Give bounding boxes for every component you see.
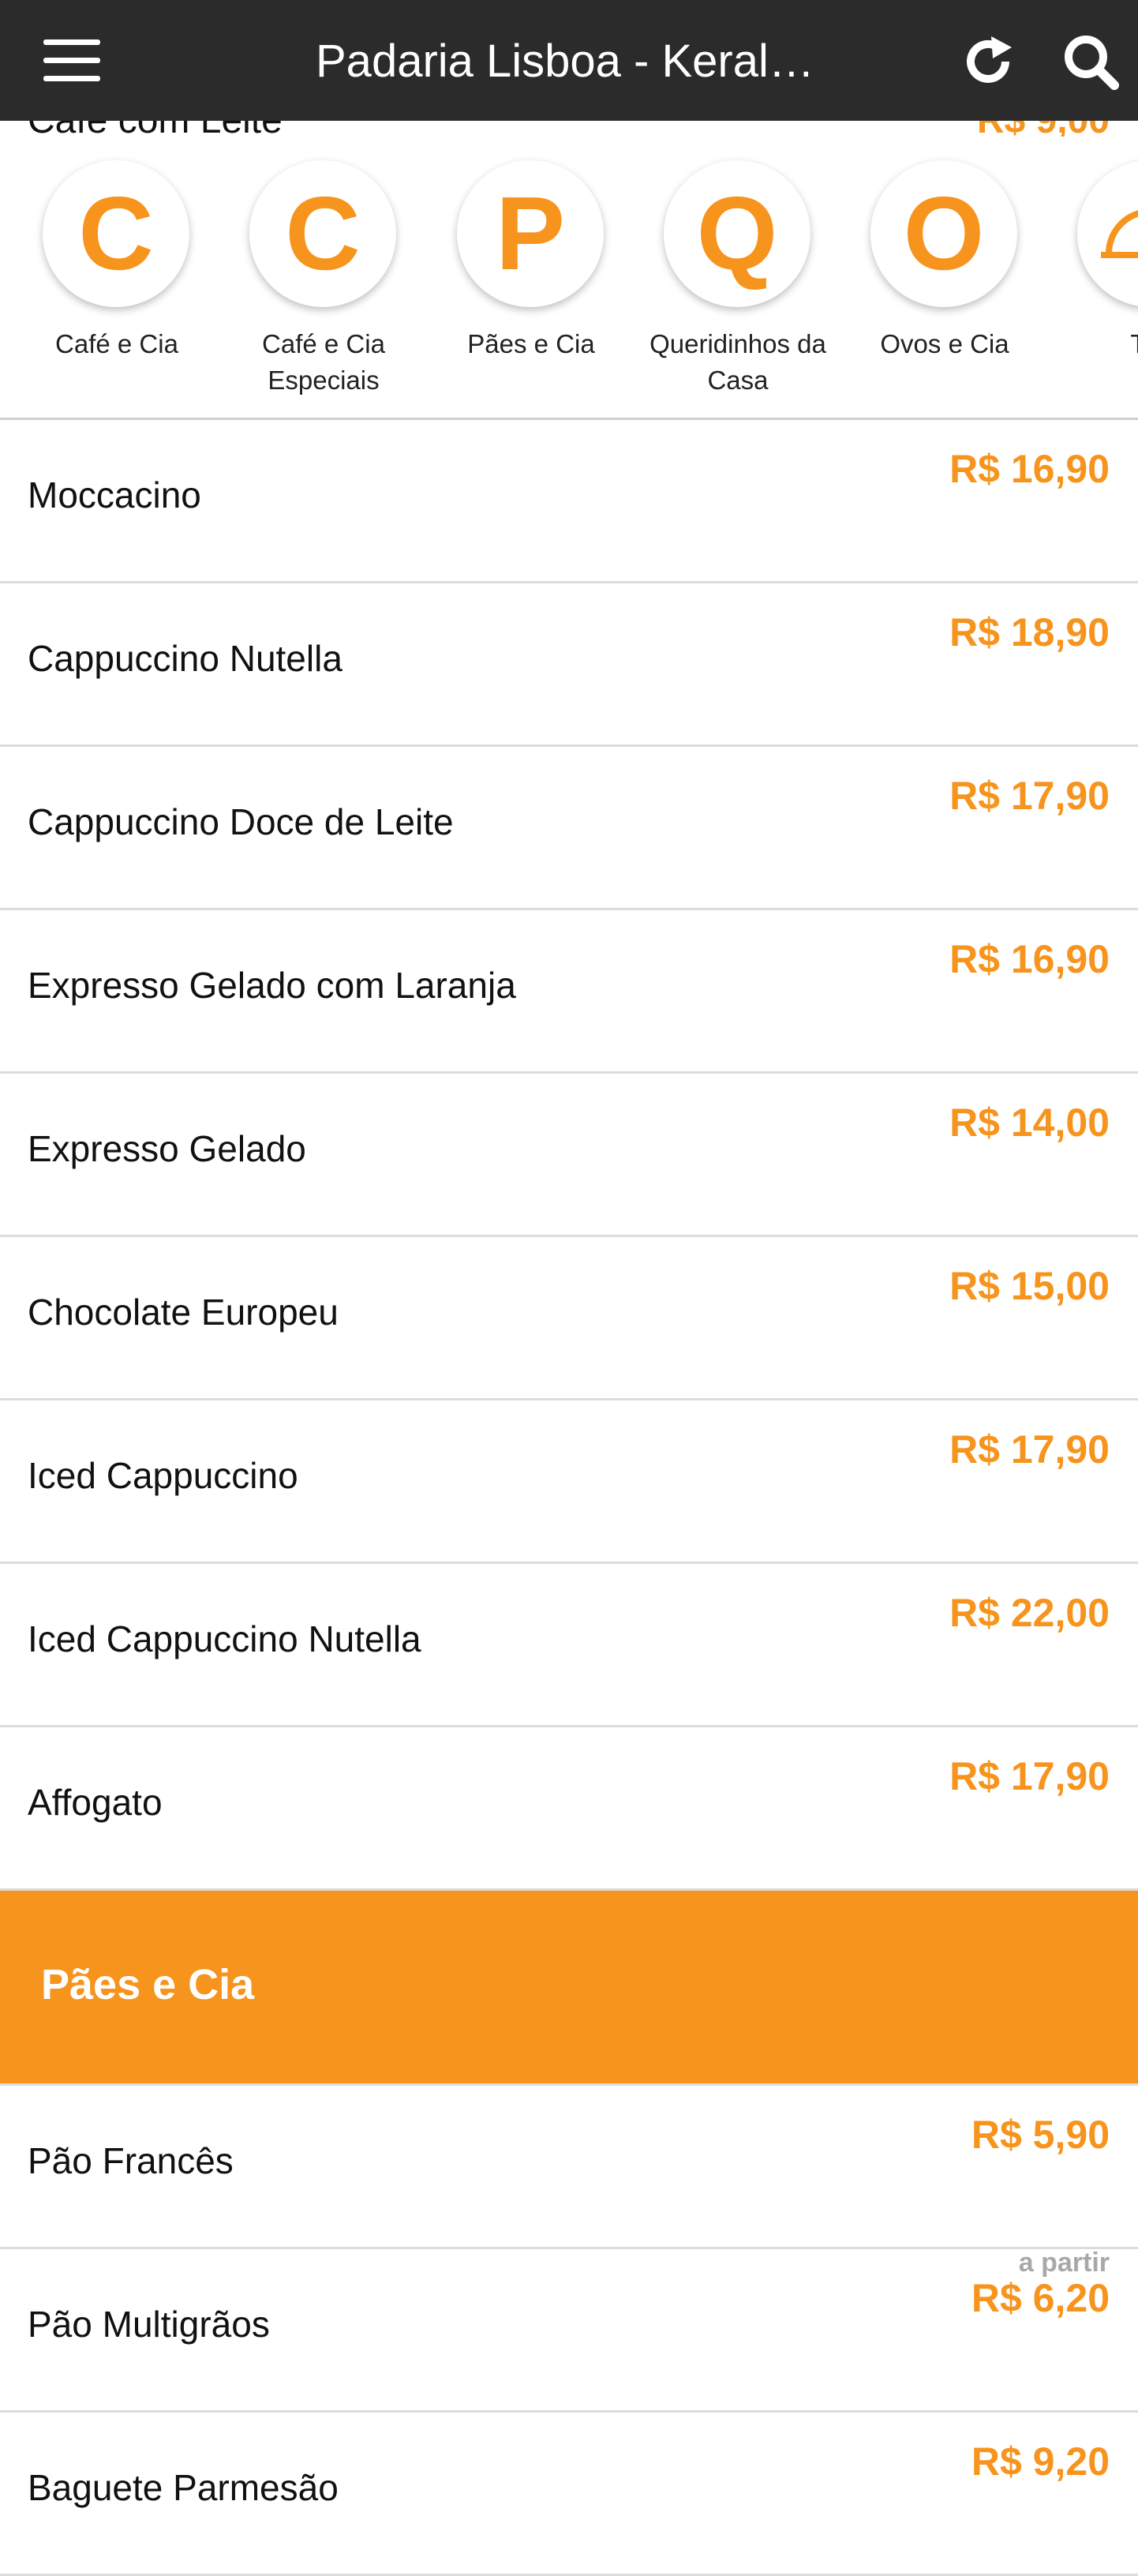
hamburger-menu-icon[interactable] [43,39,100,82]
item-price: R$ 18,90 [949,610,1110,654]
item-price: R$ 14,00 [949,1101,1110,1145]
list-item[interactable]: Iced Cappuccino R$ 17,90 [0,1400,1138,1564]
item-name: Affogato [28,1782,163,1823]
category-label: Queridinhos da Casa [649,329,826,395]
menu-list: Moccacino R$ 16,90 Cappuccino Nutella R$… [0,420,1138,2576]
cloche-icon [1077,160,1138,307]
list-item[interactable]: Moccacino R$ 16,90 [0,420,1138,583]
refresh-icon[interactable] [956,30,1020,93]
item-price: R$ 6,20 [971,2276,1110,2320]
section-title: Pães e Cia [41,1961,255,2008]
category-label: Tap [1048,326,1138,362]
category-badge: P [457,160,604,307]
list-item[interactable]: Affogato R$ 17,90 [0,1727,1138,1891]
list-item[interactable]: Chocolate Europeu R$ 15,00 [0,1237,1138,1400]
section-header-paes-e-cia: Pães e Cia [0,1891,1138,2086]
item-price: R$ 17,90 [949,1754,1110,1798]
item-name: Pão Francês [28,2140,234,2181]
item-name: Expresso Gelado [28,1128,306,1169]
app-header: Padaria Lisboa - Keral… [0,0,1138,121]
item-name: Iced Cappuccino [28,1455,298,1496]
item-name: Expresso Gelado com Laranja [28,965,516,1006]
category-badge: C [43,160,189,307]
partial-list-item: Café com Leite R$ 9,00 [0,121,1138,137]
list-item[interactable]: Pão Multigrãos a partir R$ 6,20 [0,2248,1138,2413]
item-price: R$ 17,90 [949,1427,1110,1472]
item-price: R$ 16,90 [949,447,1110,491]
list-item[interactable]: Expresso Gelado R$ 14,00 [0,1074,1138,1237]
list-item[interactable]: Cappuccino Doce de Leite R$ 17,90 [0,747,1138,910]
list-item[interactable]: Expresso Gelado com Laranja R$ 16,90 [0,910,1138,1074]
price-prefix: a partir [1018,2248,1110,2278]
item-price: R$ 16,90 [949,937,1110,981]
category-badge: C [249,160,396,307]
category-badge: O [870,160,1017,307]
list-item[interactable]: Iced Cappuccino Nutella R$ 22,00 [0,1564,1138,1727]
item-name: Cappuccino Nutella [28,638,343,679]
item-name: Moccacino [28,474,201,516]
category-badge: Q [664,160,810,307]
item-price: R$ 15,00 [949,1264,1110,1308]
list-item[interactable]: Baguete Parmesão R$ 9,20 [0,2413,1138,2576]
partial-item-name: Café com Leite [28,121,283,137]
item-name: Iced Cappuccino Nutella [28,1618,421,1659]
category-label: Ovos e Cia [880,329,1009,358]
partial-item-price: R$ 9,00 [977,121,1110,137]
item-name: Pão Multigrãos [28,2304,270,2345]
category-label: Pães e Cia [467,329,595,358]
item-name: Cappuccino Doce de Leite [28,801,454,842]
item-price: R$ 22,00 [949,1591,1110,1635]
page-title: Padaria Lisboa - Keral… [316,36,814,87]
item-price: R$ 9,20 [971,2439,1110,2484]
list-item[interactable]: Pão Francês R$ 5,90 [0,2086,1138,2249]
category-label: Café e Cia Especiais [262,329,385,395]
item-name: Baguete Parmesão [28,2467,339,2508]
item-price: R$ 5,90 [971,2113,1110,2157]
category-label: Café e Cia [55,329,178,358]
category-carousel[interactable]: C Café e Cia C Café e Cia Especiais P Pã… [0,137,1138,418]
item-price: R$ 17,90 [949,774,1110,818]
list-item[interactable]: Cappuccino Nutella R$ 18,90 [0,583,1138,747]
item-name: Chocolate Europeu [28,1292,339,1333]
search-icon[interactable] [1059,30,1122,93]
